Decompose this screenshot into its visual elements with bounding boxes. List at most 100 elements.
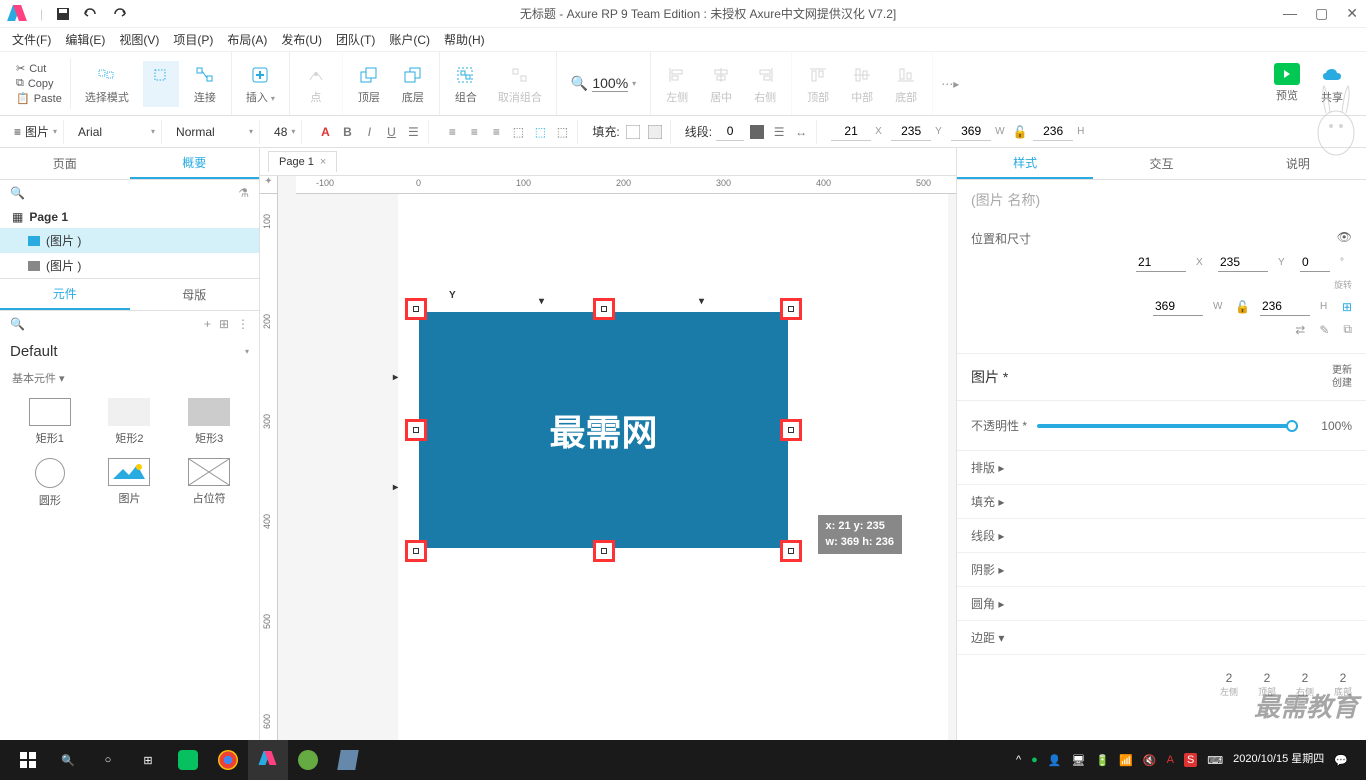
cortana-button[interactable]: ○	[88, 740, 128, 780]
widget-placeholder[interactable]: 占位符	[175, 458, 243, 508]
font-weight-select[interactable]: Normal ▾	[170, 120, 260, 144]
align-left-text-icon[interactable]: ≡	[443, 123, 461, 141]
underline-icon[interactable]: U	[382, 123, 400, 141]
tray-user-icon[interactable]: 👤	[1048, 754, 1062, 767]
tray-battery-icon[interactable]: 🔋	[1095, 754, 1109, 767]
visibility-icon[interactable]: 👁	[1337, 230, 1352, 247]
minimize-icon[interactable]: —	[1283, 5, 1297, 22]
align-bottom-button[interactable]: 底部	[888, 61, 924, 107]
lock-aspect-icon[interactable]: 🔓	[1011, 123, 1029, 141]
opacity-slider[interactable]	[1037, 424, 1298, 428]
zoom-control[interactable]: 🔍 100% ▾	[565, 73, 642, 94]
select-intersect-button[interactable]	[143, 61, 179, 107]
widget-circle[interactable]: 圆形	[16, 458, 84, 508]
widget-rect1[interactable]: 矩形1	[16, 398, 84, 446]
connect-button[interactable]: 连接	[187, 61, 223, 107]
ribbon-overflow-icon[interactable]: ⋯▸	[933, 77, 967, 91]
share-button[interactable]: 共享	[1314, 61, 1350, 107]
line-width-input[interactable]	[716, 122, 744, 141]
maximize-icon[interactable]: ▢	[1315, 5, 1328, 22]
align-middle-button[interactable]: 中部	[844, 61, 880, 107]
filter-icon[interactable]: ⚗	[238, 186, 249, 200]
tray-up-icon[interactable]: ^	[1016, 754, 1021, 766]
flip-v-icon[interactable]: ✎	[1319, 323, 1329, 337]
selected-image-widget[interactable]: 最需网 Y ▾ ▾ ▸ ▸ x: 21 y: 235 w: 369 h: 236	[419, 312, 788, 548]
widget-search-icon[interactable]: 🔍	[10, 317, 25, 331]
widget-rect2[interactable]: 矩形2	[96, 398, 164, 446]
section-typography[interactable]: 排版 ▸	[957, 451, 1366, 485]
insert-button[interactable]: 插入 ▾	[240, 61, 281, 107]
point-button[interactable]: 点	[298, 61, 334, 107]
widgets-section-label[interactable]: 基本元件 ▾	[0, 366, 259, 390]
tray-input-icon[interactable]: S	[1184, 754, 1197, 766]
app5[interactable]	[328, 740, 368, 780]
menu-project[interactable]: 项目(P)	[173, 31, 213, 48]
valign-middle-icon[interactable]: ⬚	[531, 123, 549, 141]
align-center-button[interactable]: 居中	[703, 61, 739, 107]
update-link[interactable]: 更新	[1332, 364, 1352, 377]
section-padding[interactable]: 边距 ▾	[957, 621, 1366, 655]
font-size-select[interactable]: 48 ▾	[268, 120, 302, 144]
menu-view[interactable]: 视图(V)	[119, 31, 159, 48]
fill-color-icon[interactable]	[624, 123, 642, 141]
bullets-icon[interactable]: ☰	[404, 123, 422, 141]
line-color-icon[interactable]	[748, 123, 766, 141]
line-style-icon[interactable]: ☰	[770, 123, 788, 141]
canvas-area[interactable]: Page 1× ✦ -100 0 100 200 300 400 500 100…	[260, 148, 956, 740]
chrome-app[interactable]	[208, 740, 248, 780]
taskview-button[interactable]: ⊞	[128, 740, 168, 780]
lib-icon[interactable]: ⊞	[219, 317, 229, 331]
w-input[interactable]	[951, 122, 991, 141]
save-icon[interactable]	[55, 6, 71, 22]
close-icon[interactable]: ✕	[1346, 5, 1358, 22]
font-select[interactable]: Arial ▾	[72, 120, 162, 144]
menu-help[interactable]: 帮助(H)	[444, 31, 485, 48]
size-w-input[interactable]	[1153, 297, 1203, 316]
x-input[interactable]	[831, 122, 871, 141]
undo-icon[interactable]	[83, 6, 99, 22]
app4[interactable]	[288, 740, 328, 780]
tray-wechat-icon[interactable]: ●	[1031, 754, 1038, 766]
menu-edit[interactable]: 编辑(E)	[65, 31, 105, 48]
section-corner[interactable]: 圆角 ▸	[957, 587, 1366, 621]
menu-file[interactable]: 文件(F)	[12, 31, 51, 48]
align-right-button[interactable]: 右侧	[747, 61, 783, 107]
size-h-input[interactable]	[1260, 297, 1310, 316]
flip-h-icon[interactable]: ⇄	[1295, 323, 1305, 337]
tray-display-icon[interactable]: 🖥	[1072, 754, 1086, 767]
select-mode-button[interactable]: 选择模式	[79, 61, 135, 107]
align-left-button[interactable]: 左侧	[659, 61, 695, 107]
add-icon[interactable]: +	[204, 317, 211, 331]
tray-wifi-icon[interactable]: 📶	[1119, 754, 1133, 767]
send-back-button[interactable]: 底层	[395, 61, 431, 107]
paste-button[interactable]: 📋 Paste	[16, 92, 62, 105]
ungroup-button[interactable]: 取消组合	[492, 61, 548, 107]
wechat-app[interactable]	[168, 740, 208, 780]
tab-masters[interactable]: 母版	[130, 279, 260, 310]
create-link[interactable]: 创建	[1332, 377, 1352, 390]
pos-x-input[interactable]	[1136, 253, 1186, 272]
italic-icon[interactable]: I	[360, 123, 378, 141]
lock-ratio-icon[interactable]: 🔓	[1235, 300, 1250, 314]
align-top-button[interactable]: 顶部	[800, 61, 836, 107]
close-tab-icon[interactable]: ×	[320, 156, 326, 168]
tray-keyboard-icon[interactable]: ⌨	[1207, 754, 1223, 767]
fill-image-icon[interactable]	[646, 123, 664, 141]
bring-front-button[interactable]: 顶层	[351, 61, 387, 107]
outline-image-1[interactable]: (图片 )	[0, 228, 259, 253]
tab-widgets[interactable]: 元件	[0, 279, 130, 310]
pos-y-input[interactable]	[1218, 253, 1268, 272]
outline-page[interactable]: ▦Page 1	[0, 206, 259, 228]
search-icon[interactable]: 🔍	[10, 186, 25, 200]
menu-arrange[interactable]: 布局(A)	[227, 31, 267, 48]
widget-search-input[interactable]	[33, 317, 196, 331]
more-icon[interactable]: ⋮	[237, 317, 249, 331]
section-border[interactable]: 线段 ▸	[957, 519, 1366, 553]
section-fill[interactable]: 填充 ▸	[957, 485, 1366, 519]
start-button[interactable]	[8, 740, 48, 780]
tab-style[interactable]: 样式	[957, 148, 1093, 179]
crop-icon[interactable]: ⧉	[1343, 322, 1352, 337]
widget-name-input[interactable]: (图片 名称)	[957, 180, 1366, 220]
menu-team[interactable]: 团队(T)	[336, 31, 375, 48]
text-color-icon[interactable]: A	[316, 123, 334, 141]
